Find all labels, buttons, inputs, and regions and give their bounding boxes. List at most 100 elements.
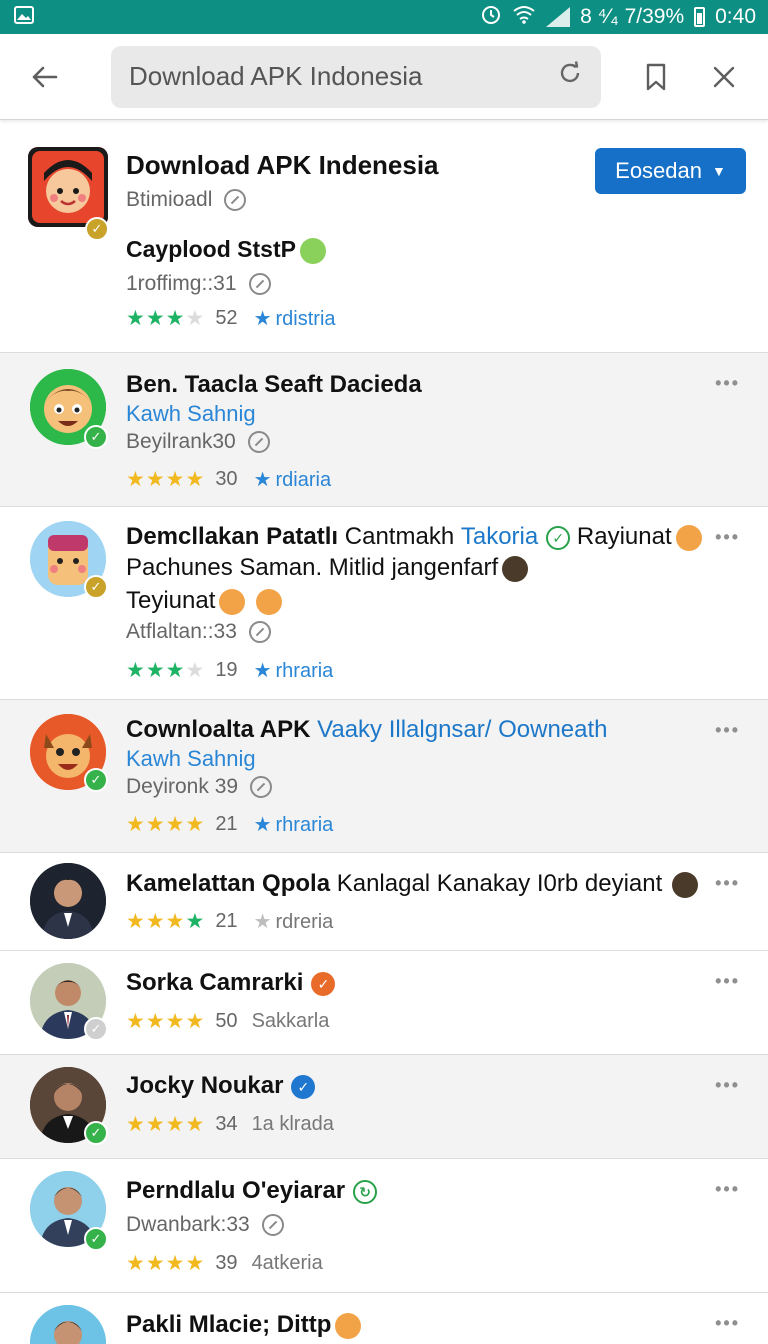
- item-meta: Deyironk 39: [126, 775, 273, 799]
- item-meta: Atflaltan::33: [126, 620, 271, 644]
- item-subtitle-link[interactable]: Kawh Sahnig: [126, 746, 256, 772]
- close-icon: [713, 66, 735, 87]
- star-rating-icon: ★★★★: [126, 813, 206, 836]
- item-line3: Teyiunat: [126, 587, 283, 615]
- check-circle-icon: [250, 776, 273, 799]
- star-rating-icon: ★★★★: [126, 468, 206, 491]
- emoji-cry-icon: [219, 588, 246, 615]
- status-time: 0:40: [715, 5, 756, 28]
- rating-count: 30: [215, 468, 238, 490]
- list-item[interactable]: ✓ Demcllakan Patatlı Cantmakh Takoria ✓ R…: [0, 507, 768, 700]
- check-circle-icon: ✓: [546, 525, 571, 550]
- sync-icon: ↻: [353, 1179, 378, 1204]
- item-line2: Pachunes Saman. Mitlid jangenfarf: [126, 554, 529, 582]
- more-options-icon[interactable]: •••: [715, 720, 740, 741]
- category-tag: 1a klrada: [251, 1113, 334, 1135]
- bookmark-icon: [646, 63, 666, 90]
- item-title: Perndlalu O'eyiarar ↻: [126, 1177, 378, 1205]
- status-bar-left: [14, 5, 34, 29]
- category-tag: ★ rhraria: [253, 660, 334, 682]
- emoji-laugh-icon: [299, 237, 326, 264]
- search-input-text: Download APK Indonesia: [129, 61, 423, 91]
- rating-row: ★★★★ 21 ★ rhraria: [126, 812, 333, 837]
- category-tag: Sakkarla: [251, 1010, 330, 1032]
- more-options-icon[interactable]: •••: [715, 527, 740, 548]
- more-options-icon[interactable]: •••: [715, 971, 740, 992]
- star-rating-icon: ★★★★: [126, 1113, 206, 1136]
- verified-badge-icon: ✓: [85, 217, 109, 241]
- rating-row: ★★★★ 30 ★ rdiaria: [126, 467, 331, 492]
- list-item[interactable]: ✓ Sorka Camrarki ✓ ★★★★ 50 Sakkarla •••: [0, 951, 768, 1055]
- image-icon: [14, 5, 34, 29]
- verified-blue-icon: ✓: [291, 1074, 316, 1099]
- check-circle-icon: [261, 1214, 284, 1237]
- item-title: Cownloalta APK Vaaky Illalgnsar/ Oowneat…: [126, 716, 608, 743]
- item-title: Demcllakan Patatlı Cantmakh Takoria ✓ Ray…: [126, 523, 702, 551]
- app-icon: [28, 147, 108, 227]
- status-text: 8 ⁴⁄₄ 7/39%: [580, 5, 685, 28]
- status-bar: 8 ⁴⁄₄ 7/39% 0:40: [0, 0, 768, 34]
- item-meta: Dwanbark:33: [126, 1213, 284, 1237]
- rating-row: ★★★★ 39 4atkeria: [126, 1251, 323, 1276]
- install-dropdown-button[interactable]: Eosedan ▼: [595, 148, 746, 194]
- signal-icon: [546, 7, 571, 27]
- rating-count: 21: [215, 813, 238, 835]
- rating-row: ★★★★ 19 ★ rhraria: [126, 658, 333, 683]
- item-title: Jocky Noukar ✓: [126, 1072, 316, 1100]
- bookmark-button[interactable]: [628, 49, 684, 105]
- rating-row: ★★★★ 52 ★ rdistria: [126, 306, 336, 331]
- list-item[interactable]: ✓ Download APK Indenesia Btimioadl Caypl…: [0, 120, 768, 353]
- verified-badge-icon: ✓: [84, 1227, 108, 1251]
- verified-badge-icon: ✓: [84, 575, 108, 599]
- category-tag: ★ rdistria: [253, 308, 336, 330]
- item-title: Sorka Camrarki ✓: [126, 969, 336, 997]
- avatar-mini-icon: [502, 555, 529, 582]
- check-circle-icon: [247, 431, 270, 454]
- emoji-smile-icon: [675, 524, 702, 551]
- alarm-icon: [480, 3, 502, 31]
- more-options-icon[interactable]: •••: [715, 373, 740, 394]
- item-title: Ben. Taacla Seaft Dacieda: [126, 371, 422, 398]
- battery-icon: [694, 7, 706, 27]
- item-title: Kamelattan Qpola Kanlagal Kanakay I0rb d…: [126, 870, 699, 898]
- avatar: [30, 1305, 106, 1344]
- verified-badge-icon: ✓: [84, 1017, 108, 1041]
- close-button[interactable]: [696, 49, 752, 105]
- emoji-icon: [335, 1312, 362, 1339]
- app-title: Download APK Indenesia: [126, 150, 439, 180]
- status-bar-right: 8 ⁴⁄₄ 7/39% 0:40: [480, 3, 756, 31]
- search-input[interactable]: Download APK Indonesia: [111, 45, 601, 108]
- rating-count: 19: [215, 659, 238, 681]
- back-button[interactable]: [16, 49, 72, 105]
- check-circle-icon: [248, 273, 271, 296]
- avatar-mini-icon: [672, 871, 699, 898]
- wifi-icon: [512, 4, 536, 30]
- rating-row: ★★★★ 34 1a klrada: [126, 1112, 334, 1137]
- search-header: Download APK Indonesia: [0, 34, 768, 120]
- rating-row: ★★★★ 21 ★ rdreria: [126, 909, 333, 934]
- verified-badge-icon: ✓: [84, 425, 108, 449]
- more-options-icon[interactable]: •••: [715, 873, 740, 894]
- arrow-left-icon: [32, 66, 58, 87]
- rating-row: ★★★★ 50 Sakkarla: [126, 1009, 329, 1034]
- list-item[interactable]: ✓ Perndlalu O'eyiarar ↻ Dwanbark:33 ★★★★ …: [0, 1159, 768, 1293]
- list-item[interactable]: ✓ Ben. Taacla Seaft Dacieda Kawh Sahnig …: [0, 353, 768, 507]
- check-circle-icon: [224, 189, 247, 212]
- item-title: Pakli Mlacie; Dittp: [126, 1311, 362, 1339]
- list-item[interactable]: ✓ Cownloalta APK Vaaky Illalgnsar/ Oowne…: [0, 700, 768, 853]
- more-options-icon[interactable]: •••: [715, 1313, 740, 1334]
- list-item[interactable]: ✓ Jocky Noukar ✓ ★★★★ 34 1a klrada •••: [0, 1055, 768, 1159]
- category-tag: 4atkeria: [251, 1252, 323, 1274]
- app-line2: Cayplood StstP: [126, 236, 326, 264]
- check-circle-icon: [248, 621, 271, 644]
- rating-count: 21: [215, 910, 238, 932]
- list-item[interactable]: Kamelattan Qpola Kanlagal Kanakay I0rb d…: [0, 853, 768, 951]
- more-options-icon[interactable]: •••: [715, 1075, 740, 1096]
- more-options-icon[interactable]: •••: [715, 1179, 740, 1200]
- list-item[interactable]: Pakli Mlacie; Dittp •••: [0, 1293, 768, 1344]
- refresh-icon[interactable]: [557, 60, 583, 93]
- item-subtitle-link[interactable]: Kawh Sahnig: [126, 401, 256, 427]
- rating-count: 39: [215, 1252, 238, 1274]
- star-rating-icon: ★★★★: [126, 1252, 206, 1275]
- star-rating-icon: ★★★★: [126, 307, 206, 330]
